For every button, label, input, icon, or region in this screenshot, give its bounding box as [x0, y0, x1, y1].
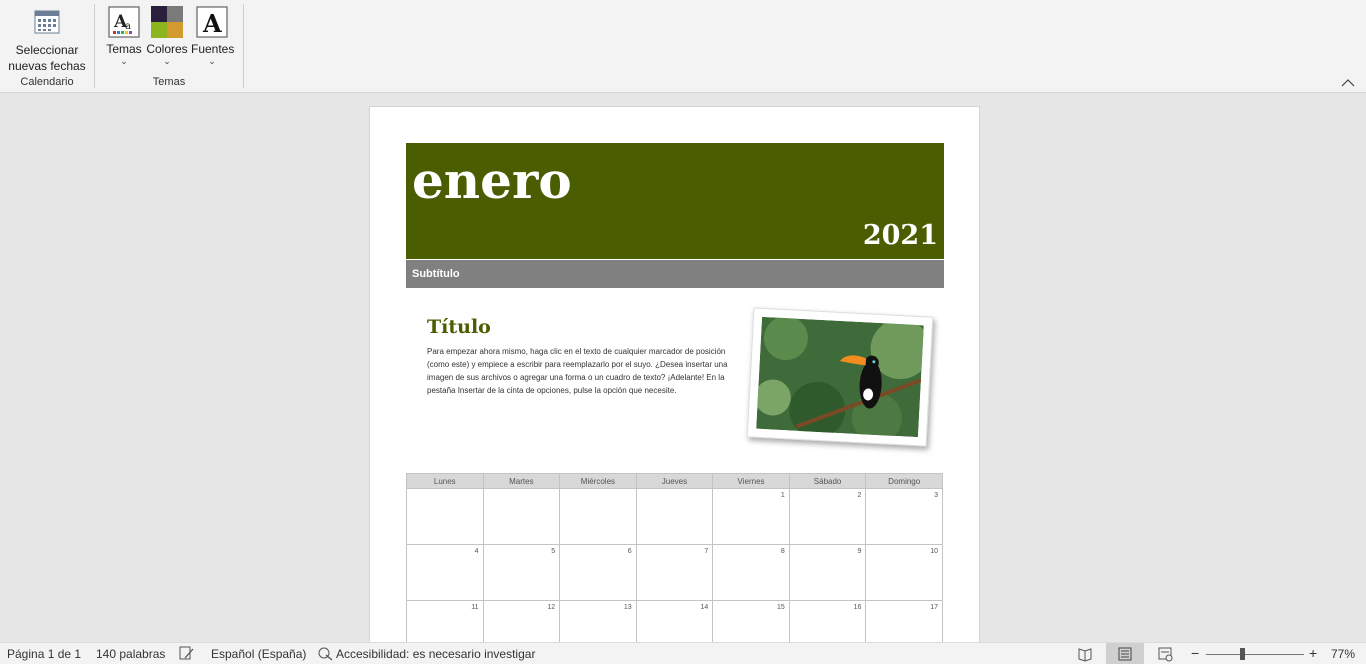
- year-heading[interactable]: 2021: [863, 220, 938, 251]
- calendar-day-cell[interactable]: 3: [865, 488, 943, 545]
- fonts-label: Fuentes: [191, 42, 235, 56]
- calendar-day-cell[interactable]: [482, 488, 561, 545]
- ribbon: Seleccionar nuevas fechas Calendario A a…: [0, 0, 1366, 93]
- day-header: Sábado: [788, 473, 867, 489]
- status-bar: Página 1 de 1 140 palabras Español (Espa…: [0, 642, 1366, 664]
- calendar-icon: [33, 8, 61, 36]
- web-layout-icon: [1158, 647, 1173, 662]
- calendar-day-cell[interactable]: 12: [482, 600, 561, 645]
- zoom-in-icon[interactable]: +: [1309, 645, 1317, 661]
- svg-text:A: A: [202, 9, 222, 38]
- colors-button[interactable]: Colores ⌄: [145, 4, 189, 66]
- calendar-day-cell[interactable]: 11: [406, 600, 484, 645]
- group-divider: [243, 4, 244, 88]
- web-layout-button[interactable]: [1146, 643, 1184, 664]
- day-header: Jueves: [635, 473, 714, 489]
- calendar-grid: Lunes Martes Miércoles Jueves Viernes Sá…: [406, 473, 943, 645]
- fonts-button[interactable]: A Fuentes ⌄: [191, 4, 235, 66]
- calendar-day-cell[interactable]: 17: [865, 600, 943, 645]
- zoom-slider-track[interactable]: [1206, 654, 1304, 655]
- day-header: Viernes: [712, 473, 790, 489]
- day-header: Miércoles: [559, 473, 637, 489]
- calendar-day-cell[interactable]: 16: [788, 600, 867, 645]
- calendar-day-cell[interactable]: 8: [712, 544, 790, 601]
- subtitle-text[interactable]: Subtítulo: [412, 268, 460, 280]
- zoom-out-icon[interactable]: −: [1191, 645, 1199, 661]
- read-mode-icon: [1078, 648, 1092, 662]
- select-new-dates-label-1: Seleccionar: [15, 43, 79, 57]
- subtitle-bar: Subtítulo: [406, 260, 944, 288]
- colors-icon: [151, 6, 183, 38]
- calendar-day-cell[interactable]: 2: [788, 488, 867, 545]
- calendar-week-row: 4 5 6 7 8 9 10: [406, 544, 943, 601]
- calendar-week-row: 1 2 3: [406, 488, 943, 545]
- calendar-day-cell[interactable]: 5: [482, 544, 561, 601]
- calendar-day-cell[interactable]: [406, 488, 484, 545]
- page-count[interactable]: Página 1 de 1: [7, 647, 81, 661]
- toucan-image: [756, 316, 924, 438]
- calendar-day-cell[interactable]: 14: [635, 600, 714, 645]
- read-mode-button[interactable]: [1066, 643, 1104, 664]
- calendar-day-cell[interactable]: 7: [635, 544, 714, 601]
- accessibility-status[interactable]: Accesibilidad: es necesario investigar: [336, 647, 535, 661]
- document-title[interactable]: Título: [427, 316, 491, 338]
- day-header: Lunes: [406, 473, 484, 489]
- chevron-down-icon: ⌄: [163, 56, 171, 66]
- collapse-ribbon-icon[interactable]: [1340, 76, 1356, 88]
- print-layout-icon: [1118, 647, 1132, 661]
- chevron-down-icon: ⌄: [120, 56, 128, 66]
- document-body-text[interactable]: Para empezar ahora mismo, haga clic en e…: [427, 345, 732, 397]
- word-count[interactable]: 140 palabras: [96, 647, 165, 661]
- chevron-down-icon: ⌄: [208, 56, 216, 66]
- month-heading[interactable]: enero: [412, 151, 572, 210]
- group-label-calendario: Calendario: [20, 76, 74, 88]
- month-banner: enero 2021: [406, 143, 944, 259]
- calendar-day-cell[interactable]: 15: [712, 600, 790, 645]
- calendar-header-row: Lunes Martes Miércoles Jueves Viernes Sá…: [406, 473, 943, 489]
- calendar-day-cell[interactable]: 10: [865, 544, 943, 601]
- calendar-day-cell[interactable]: 1: [712, 488, 790, 545]
- select-new-dates-label-2: nuevas fechas: [8, 59, 86, 73]
- calendar-day-cell[interactable]: [635, 488, 714, 545]
- document-page[interactable]: enero 2021 Subtítulo Título Para empezar…: [369, 106, 980, 646]
- calendar-day-cell[interactable]: 6: [559, 544, 637, 601]
- language-status[interactable]: Español (España): [211, 647, 306, 661]
- select-new-dates-button[interactable]: Seleccionar nuevas fechas: [6, 4, 88, 74]
- calendar-day-cell[interactable]: 13: [559, 600, 637, 645]
- toucan-photo[interactable]: [746, 307, 934, 447]
- zoom-slider-thumb[interactable]: [1240, 648, 1245, 660]
- zoom-level[interactable]: 77%: [1331, 647, 1355, 661]
- accessibility-icon[interactable]: [317, 646, 333, 664]
- calendar-day-cell[interactable]: 9: [788, 544, 867, 601]
- svg-text:a: a: [125, 21, 131, 32]
- day-header: Domingo: [865, 473, 943, 489]
- group-temas: A a Temas ⌄ Colores ⌄ A Fuentes ⌄ Temas: [95, 4, 243, 90]
- group-calendario: Seleccionar nuevas fechas Calendario: [0, 4, 94, 90]
- calendar-day-cell[interactable]: 4: [406, 544, 484, 601]
- themes-label: Temas: [106, 42, 142, 56]
- themes-icon: A a: [108, 6, 140, 38]
- proofing-icon[interactable]: [179, 646, 195, 664]
- themes-button[interactable]: A a Temas ⌄: [104, 4, 144, 66]
- colors-label: Colores: [146, 42, 188, 56]
- calendar-day-cell[interactable]: [559, 488, 637, 545]
- print-layout-button[interactable]: [1106, 643, 1144, 664]
- fonts-icon: A: [196, 6, 228, 38]
- group-label-temas: Temas: [152, 76, 186, 88]
- day-header: Martes: [482, 473, 561, 489]
- calendar-week-row: 11 12 13 14 15 16 17: [406, 600, 943, 645]
